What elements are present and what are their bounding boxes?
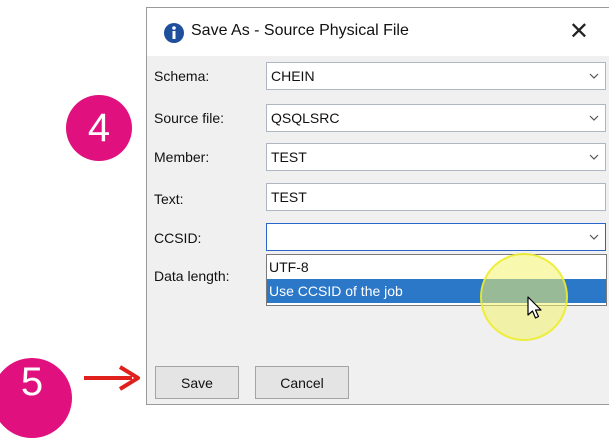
source-file-label: Source file: [154, 110, 225, 126]
chevron-down-icon[interactable] [583, 144, 605, 170]
click-highlight [480, 253, 568, 341]
mouse-pointer-icon [527, 296, 542, 319]
dialog-title: Save As - Source Physical File [191, 22, 409, 39]
data-length-label: Data length: [154, 268, 230, 284]
schema-combobox[interactable]: CHEIN [266, 62, 606, 90]
chevron-down-icon[interactable] [583, 63, 605, 89]
member-value: TEST [271, 149, 307, 165]
source-file-value: QSQLSRC [271, 110, 340, 126]
arrow-right-icon [84, 365, 140, 391]
step-callout-5: 5 [0, 358, 72, 438]
step-callout-4: 4 [66, 95, 132, 161]
title-bar: Save As - Source Physical File ✕ [147, 8, 609, 56]
schema-value: CHEIN [271, 68, 315, 84]
chevron-down-icon[interactable] [583, 224, 605, 250]
ccsid-combobox[interactable] [266, 223, 606, 251]
ccsid-label: CCSID: [154, 230, 202, 246]
source-file-combobox[interactable]: QSQLSRC [266, 104, 606, 132]
save-as-dialog: Save As - Source Physical File ✕ Schema:… [146, 7, 609, 405]
cancel-button[interactable]: Cancel [255, 366, 349, 399]
member-combobox[interactable]: TEST [266, 143, 606, 171]
chevron-down-icon[interactable] [583, 105, 605, 131]
text-value: TEST [271, 189, 307, 205]
text-input[interactable]: TEST [266, 183, 606, 211]
member-label: Member: [154, 149, 210, 165]
text-label: Text: [154, 191, 184, 207]
save-button[interactable]: Save [155, 366, 239, 399]
close-icon[interactable]: ✕ [569, 17, 589, 45]
info-icon [164, 23, 184, 43]
schema-label: Schema: [154, 68, 210, 84]
